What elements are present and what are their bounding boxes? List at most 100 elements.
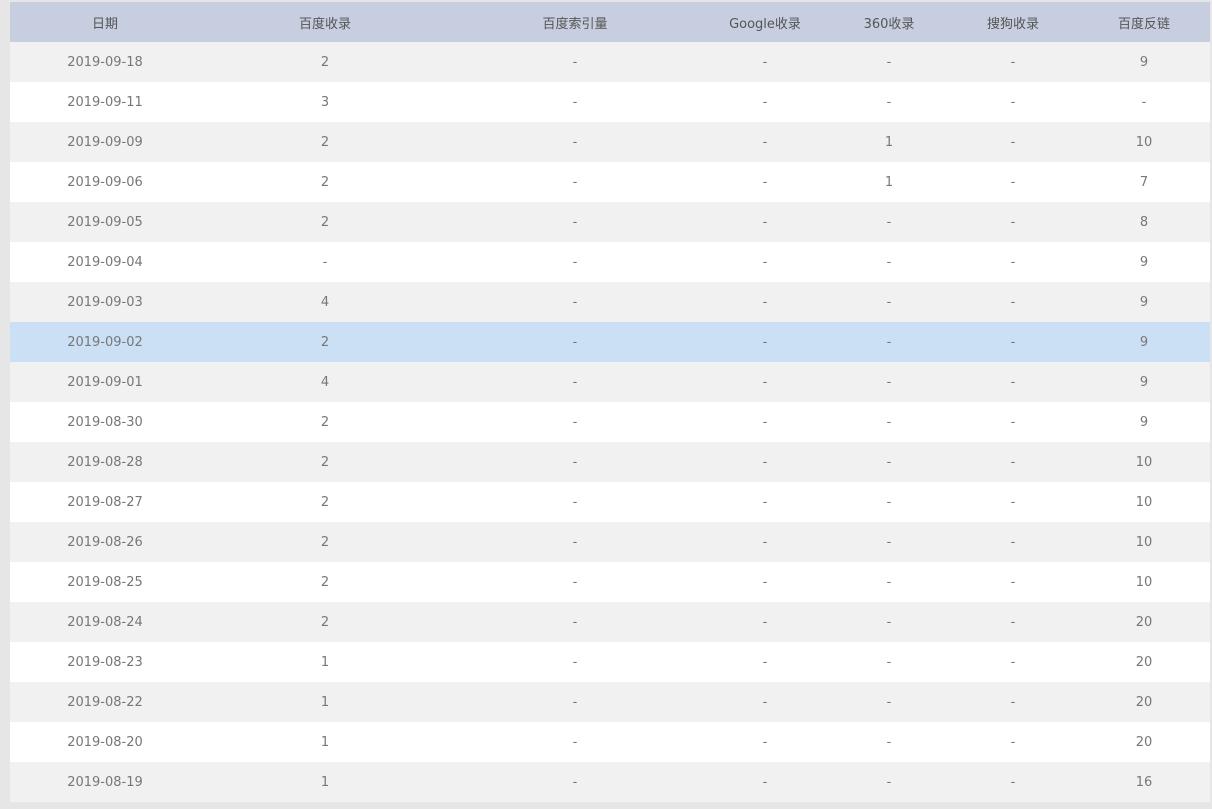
cell-baidu-backlinks: 9 [1078, 282, 1210, 322]
cell-baidu-indexed: 4 [200, 282, 450, 322]
table-row[interactable]: 2019-09-02 2- - - -9 [10, 322, 1210, 362]
table-row[interactable]: 2019-08-19 1- - - -16 [10, 762, 1210, 802]
cell-date: 2019-08-27 [10, 482, 200, 522]
cell-sogou-indexed: - [948, 122, 1078, 162]
cell-google-indexed: - [700, 602, 830, 642]
table-row[interactable]: 2019-08-22 1- - - -20 [10, 682, 1210, 722]
table-row[interactable]: 2019-09-03 4- - - -9 [10, 282, 1210, 322]
cell-baidu-backlinks: 10 [1078, 442, 1210, 482]
cell-360-indexed: - [830, 522, 948, 562]
cell-google-indexed: - [700, 642, 830, 682]
table-row[interactable]: 2019-09-09 2- -1-10 [10, 122, 1210, 162]
cell-baidu-index-volume: - [450, 202, 700, 242]
cell-360-indexed: - [830, 682, 948, 722]
cell-baidu-index-volume: - [450, 122, 700, 162]
table-row[interactable]: 2019-09-06 2- -1-7 [10, 162, 1210, 202]
col-header-google-indexed[interactable]: Google收录 [700, 2, 830, 42]
col-header-baidu-indexed[interactable]: 百度收录 [200, 2, 450, 42]
cell-baidu-index-volume: - [450, 362, 700, 402]
table-row[interactable]: 2019-09-11 3- - - - - [10, 82, 1210, 122]
cell-baidu-indexed: 4 [200, 362, 450, 402]
cell-baidu-indexed: 2 [200, 122, 450, 162]
cell-360-indexed: - [830, 282, 948, 322]
col-header-date[interactable]: 日期 [10, 2, 200, 42]
cell-baidu-indexed: 2 [200, 202, 450, 242]
cell-date: 2019-08-28 [10, 442, 200, 482]
cell-google-indexed: - [700, 402, 830, 442]
cell-sogou-indexed: - [948, 402, 1078, 442]
table-row[interactable]: 2019-09-18 2- - - -9 [10, 42, 1210, 82]
table-row[interactable]: 2019-09-04- - - - -9 [10, 242, 1210, 282]
col-header-sogou-indexed[interactable]: 搜狗收录 [948, 2, 1078, 42]
cell-sogou-indexed: - [948, 482, 1078, 522]
cell-baidu-index-volume: - [450, 482, 700, 522]
cell-baidu-indexed: 2 [200, 602, 450, 642]
cell-baidu-backlinks: 9 [1078, 242, 1210, 282]
cell-google-indexed: - [700, 202, 830, 242]
table-row[interactable]: 2019-08-27 2- - - -10 [10, 482, 1210, 522]
cell-date: 2019-08-24 [10, 602, 200, 642]
cell-date: 2019-09-11 [10, 82, 200, 122]
cell-baidu-indexed: 1 [200, 762, 450, 802]
cell-baidu-index-volume: - [450, 682, 700, 722]
col-header-360-indexed[interactable]: 360收录 [830, 2, 948, 42]
cell-google-indexed: - [700, 242, 830, 282]
cell-baidu-backlinks: 7 [1078, 162, 1210, 202]
cell-google-indexed: - [700, 522, 830, 562]
cell-date: 2019-09-01 [10, 362, 200, 402]
cell-baidu-index-volume: - [450, 162, 700, 202]
cell-baidu-backlinks: 20 [1078, 682, 1210, 722]
cell-360-indexed: - [830, 602, 948, 642]
cell-baidu-indexed: 2 [200, 322, 450, 362]
cell-date: 2019-08-22 [10, 682, 200, 722]
table-row[interactable]: 2019-09-05 2- - - -8 [10, 202, 1210, 242]
cell-sogou-indexed: - [948, 82, 1078, 122]
cell-baidu-backlinks: 16 [1078, 762, 1210, 802]
cell-google-indexed: - [700, 282, 830, 322]
cell-baidu-indexed: 1 [200, 682, 450, 722]
cell-google-indexed: - [700, 162, 830, 202]
cell-sogou-indexed: - [948, 642, 1078, 682]
cell-baidu-indexed: 2 [200, 402, 450, 442]
col-header-baidu-index-volume[interactable]: 百度索引量 [450, 2, 700, 42]
table-row[interactable]: 2019-08-30 2- - - -9 [10, 402, 1210, 442]
cell-360-indexed: 1 [830, 122, 948, 162]
cell-baidu-indexed: 2 [200, 162, 450, 202]
cell-date: 2019-09-06 [10, 162, 200, 202]
cell-baidu-index-volume: - [450, 282, 700, 322]
table-row[interactable]: 2019-08-28 2- - - -10 [10, 442, 1210, 482]
cell-baidu-index-volume: - [450, 402, 700, 442]
cell-baidu-backlinks: 10 [1078, 562, 1210, 602]
cell-360-indexed: - [830, 442, 948, 482]
table-row[interactable]: 2019-08-25 2- - - -10 [10, 562, 1210, 602]
table-row[interactable]: 2019-09-01 4- - - -9 [10, 362, 1210, 402]
cell-date: 2019-09-05 [10, 202, 200, 242]
cell-date: 2019-09-03 [10, 282, 200, 322]
cell-360-indexed: - [830, 242, 948, 282]
cell-baidu-index-volume: - [450, 242, 700, 282]
cell-baidu-backlinks: 20 [1078, 722, 1210, 762]
cell-baidu-index-volume: - [450, 602, 700, 642]
cell-sogou-indexed: - [948, 242, 1078, 282]
index-history-table-container: 日期 百度收录 百度索引量 Google收录 360收录 搜狗收录 百度反链 2… [10, 2, 1210, 802]
table-row[interactable]: 2019-08-23 1- - - -20 [10, 642, 1210, 682]
cell-baidu-indexed: 3 [200, 82, 450, 122]
cell-360-indexed: - [830, 642, 948, 682]
table-row[interactable]: 2019-08-20 1- - - -20 [10, 722, 1210, 762]
cell-baidu-backlinks: 20 [1078, 642, 1210, 682]
cell-baidu-indexed: - [200, 242, 450, 282]
cell-baidu-backlinks: 9 [1078, 42, 1210, 82]
cell-google-indexed: - [700, 362, 830, 402]
index-history-table: 日期 百度收录 百度索引量 Google收录 360收录 搜狗收录 百度反链 2… [10, 2, 1210, 802]
cell-sogou-indexed: - [948, 722, 1078, 762]
cell-date: 2019-08-26 [10, 522, 200, 562]
cell-google-indexed: - [700, 682, 830, 722]
table-row[interactable]: 2019-08-26 2- - - -10 [10, 522, 1210, 562]
cell-baidu-backlinks: 9 [1078, 322, 1210, 362]
col-header-baidu-backlinks[interactable]: 百度反链 [1078, 2, 1210, 42]
cell-baidu-backlinks: - [1078, 82, 1210, 122]
cell-sogou-indexed: - [948, 762, 1078, 802]
cell-google-indexed: - [700, 562, 830, 602]
cell-sogou-indexed: - [948, 682, 1078, 722]
table-row[interactable]: 2019-08-24 2- - - -20 [10, 602, 1210, 642]
